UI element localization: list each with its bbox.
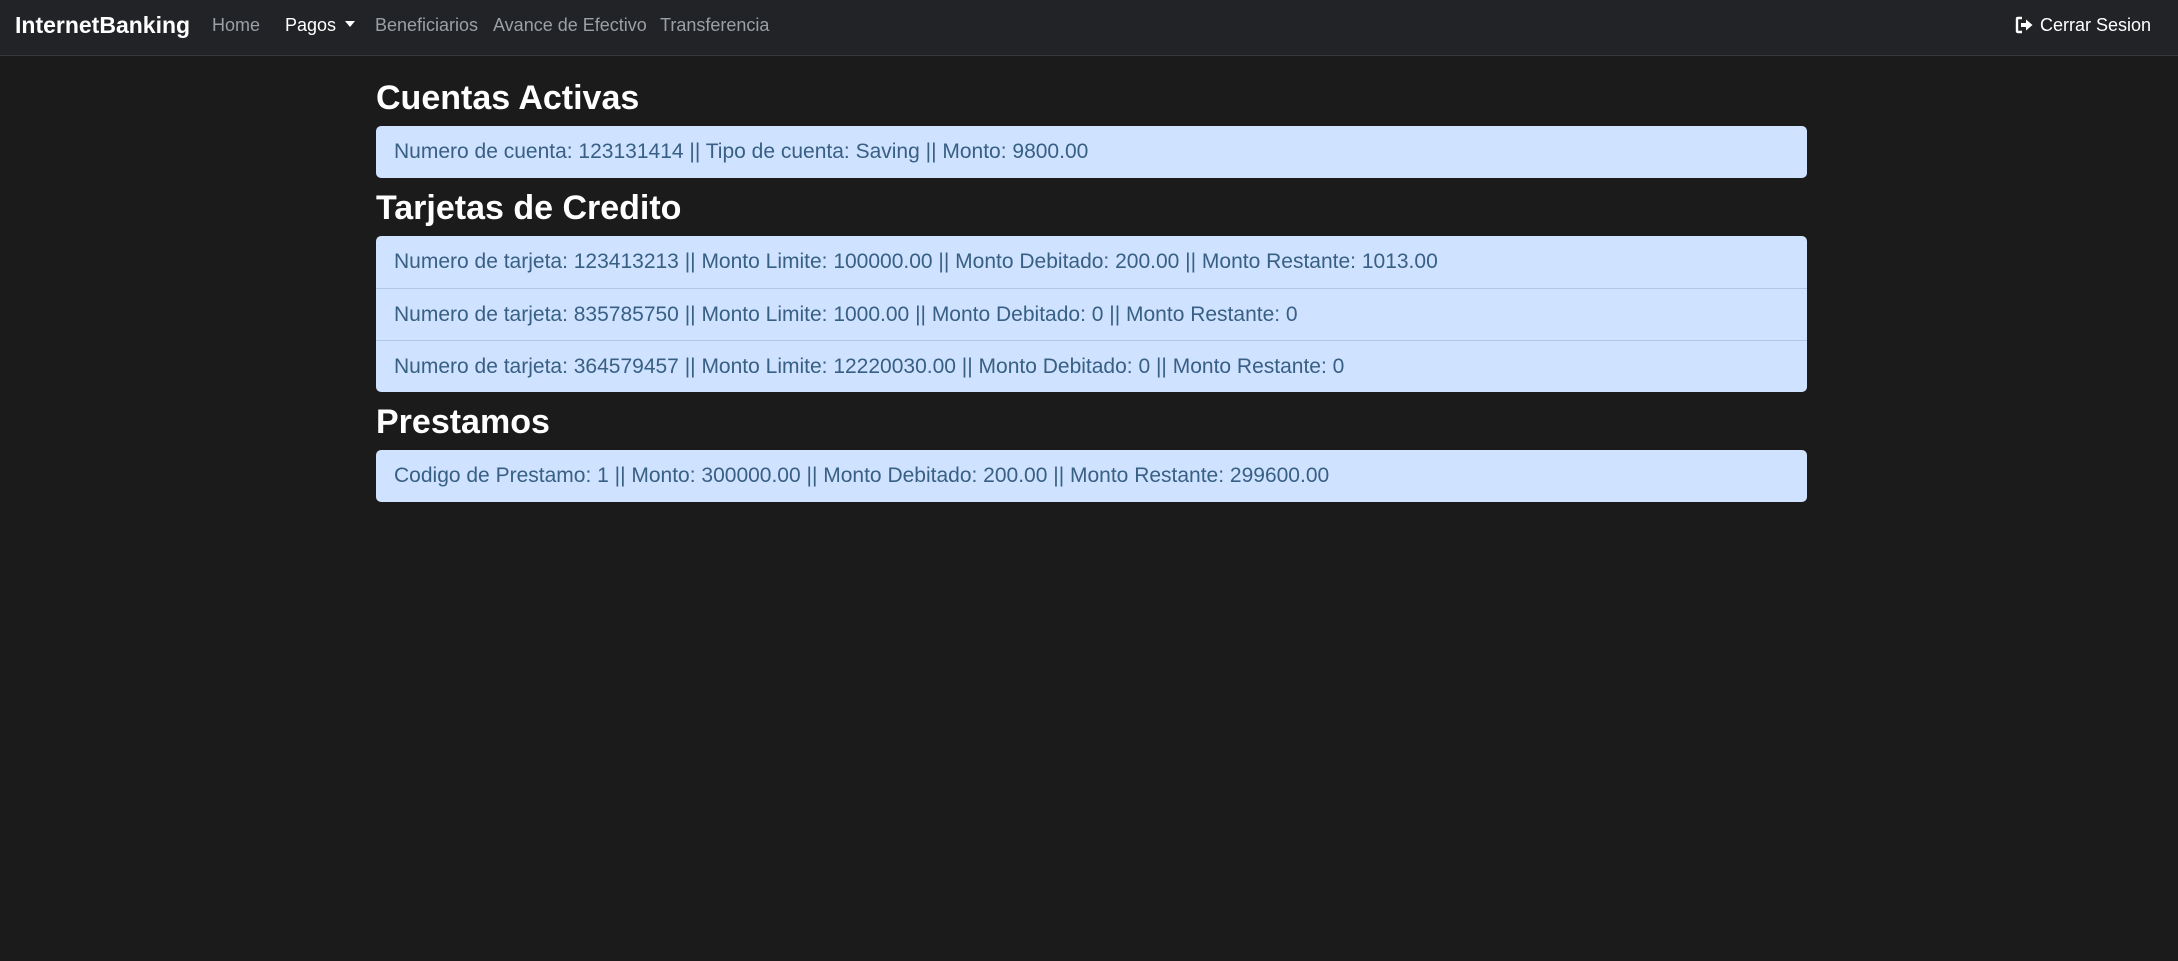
credit-card-item: Numero de tarjeta: 835785750 || Monto Li… (376, 288, 1807, 340)
credit-card-item: Numero de tarjeta: 364579457 || Monto Li… (376, 340, 1807, 392)
sign-out-icon (2015, 16, 2034, 34)
nav-beneficiarios[interactable]: Beneficiarios (375, 13, 478, 37)
dashboard-content: Cuentas Activas Numero de cuenta: 123131… (376, 78, 1807, 512)
loans-heading: Prestamos (376, 403, 550, 441)
nav-pagos-label: Pagos (285, 15, 337, 35)
caret-down-icon (345, 21, 356, 27)
credit-card-item: Numero de tarjeta: 123413213 || Monto Li… (394, 250, 1438, 273)
accounts-heading: Cuentas Activas (376, 79, 640, 117)
logout-label: Cerrar Sesion (2039, 15, 2151, 35)
nav-avance-efectivo[interactable]: Avance de Efectivo (493, 13, 647, 37)
nav-home[interactable]: Home (212, 13, 260, 37)
logout-button[interactable]: Cerrar Sesion (2015, 13, 2151, 37)
loan-item: Codigo de Prestamo: 1 || Monto: 300000.0… (394, 464, 1330, 487)
credit-cards-list: Numero de tarjeta: 123413213 || Monto Li… (376, 236, 1807, 392)
credit-cards-heading: Tarjetas de Credito (376, 189, 682, 227)
account-item: Numero de cuenta: 123131414 || Tipo de c… (394, 140, 1089, 163)
accounts-list: Numero de cuenta: 123131414 || Tipo de c… (376, 126, 1807, 178)
top-navbar: InternetBanking Home Pagos Beneficiarios… (0, 0, 2178, 56)
brand-link[interactable]: InternetBanking (15, 11, 190, 39)
nav-pagos-dropdown[interactable]: Pagos (285, 13, 356, 37)
nav-transferencia[interactable]: Transferencia (660, 13, 769, 37)
loans-list: Codigo de Prestamo: 1 || Monto: 300000.0… (376, 450, 1807, 502)
